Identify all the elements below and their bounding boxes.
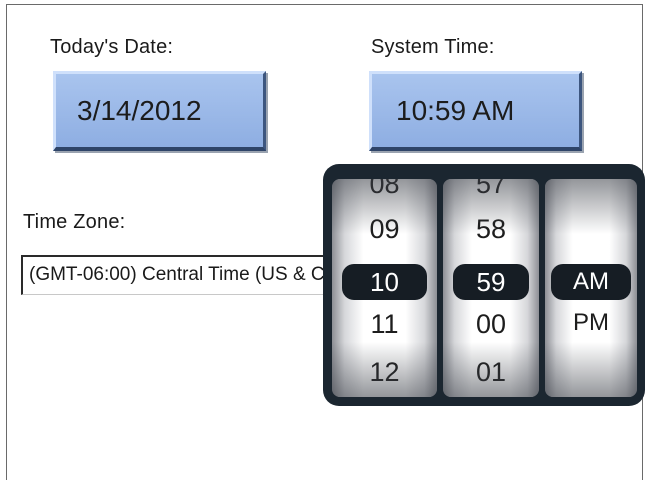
selected-minute[interactable]: 59 (453, 264, 529, 300)
time-zone-label: Time Zone: (23, 211, 126, 233)
hour-option[interactable]: 12 (332, 357, 437, 388)
system-time-label: System Time: (371, 36, 495, 58)
pm-option[interactable]: PM (545, 309, 637, 337)
minute-option[interactable]: 57 (443, 179, 539, 200)
date-button[interactable]: 3/14/2012 (53, 71, 266, 151)
ampm-wheel[interactable]: AM PM (545, 179, 637, 397)
hour-option[interactable]: 11 (332, 309, 437, 340)
todays-date-label: Today's Date: (50, 36, 174, 58)
hour-option[interactable]: 08 (332, 179, 437, 200)
hour-option[interactable]: 09 (332, 214, 437, 245)
selected-hour[interactable]: 10 (342, 264, 427, 300)
minute-option[interactable]: 00 (443, 309, 539, 340)
selected-am[interactable]: AM (551, 264, 631, 300)
minute-option[interactable]: 01 (443, 357, 539, 388)
minute-option[interactable]: 58 (443, 214, 539, 245)
minute-wheel[interactable]: 57 58 59 00 01 (443, 179, 539, 397)
time-zone-select[interactable]: (GMT-06:00) Central Time (US & Canada) (21, 255, 361, 295)
hour-wheel[interactable]: 08 09 10 11 12 (332, 179, 437, 397)
time-picker: 08 09 10 11 12 57 58 59 00 01 AM PM (323, 164, 645, 406)
time-button[interactable]: 10:59 AM (369, 71, 582, 151)
